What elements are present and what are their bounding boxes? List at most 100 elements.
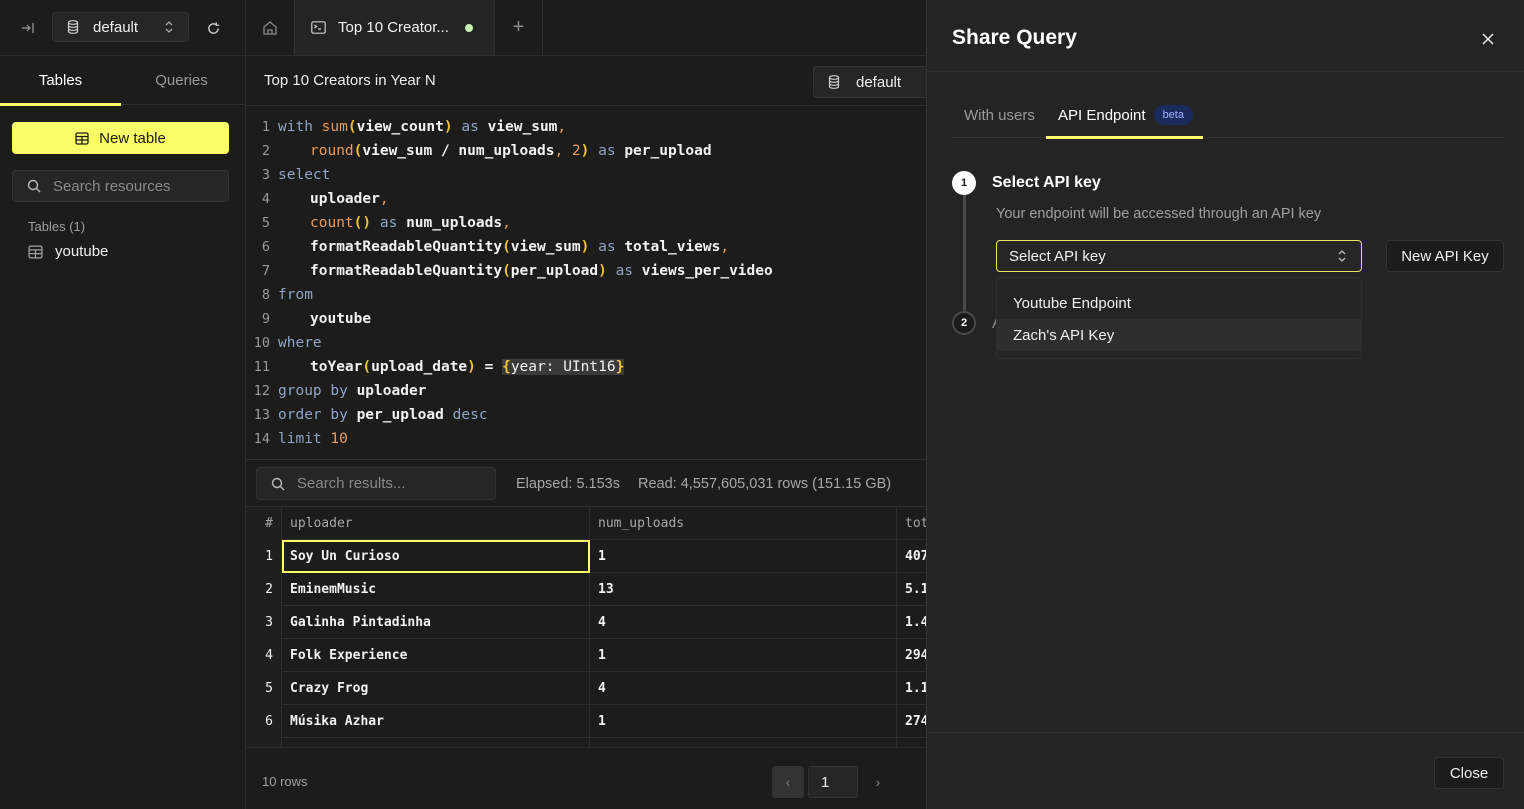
tables-heading: Tables (1): [28, 219, 86, 234]
cell-uploader[interactable]: Soy Un Curioso: [282, 540, 590, 573]
home-tab[interactable]: [246, 0, 295, 55]
home-icon: [263, 20, 277, 35]
search-results-input[interactable]: Search results...: [256, 467, 496, 500]
new-api-key-button[interactable]: New API Key: [1386, 240, 1504, 272]
api-key-dropdown-menu: Youtube Endpoint Zach's API Key: [996, 277, 1362, 359]
cell-num-uploads[interactable]: 13: [590, 573, 897, 606]
code-line: 12 group by uploader: [246, 379, 427, 403]
query-tab[interactable]: Top 10 Creator...: [295, 0, 495, 55]
stepper-connector: [963, 194, 966, 312]
column-header-uploader[interactable]: uploader: [282, 507, 590, 540]
cell-uploader[interactable]: Galinha Pintadinha: [282, 606, 590, 639]
cell-num-uploads[interactable]: 1: [590, 540, 897, 573]
search-resources-input[interactable]: Search resources: [12, 170, 229, 202]
keyword: as: [461, 119, 479, 135]
new-table-label: New table: [99, 129, 166, 147]
keyword: where: [278, 335, 322, 351]
previous-page-button[interactable]: ‹: [772, 766, 804, 798]
add-tab-button[interactable]: +: [495, 0, 543, 55]
cell-total-views[interactable]: 294: [897, 639, 926, 672]
identifier: total_views: [624, 239, 721, 255]
query-header: Top 10 Creators in Year N default: [246, 56, 943, 106]
keyword: desc: [452, 407, 488, 423]
code-line: 5 count() as num_uploads,: [246, 211, 511, 235]
collapse-sidebar-icon[interactable]: [18, 18, 38, 38]
empty-cell: [590, 738, 897, 747]
row-index: 5: [246, 672, 282, 705]
table-item-youtube[interactable]: youtube: [28, 243, 108, 260]
table-row[interactable]: 6 Músika Azhar 1 274: [246, 705, 926, 738]
cell-total-views[interactable]: 274: [897, 705, 926, 738]
code-line: 1 with sum(view_count) as view_sum,: [246, 115, 566, 139]
cell-uploader[interactable]: Folk Experience: [282, 639, 590, 672]
table-row[interactable]: 2 EminemMusic 13 5.1: [246, 573, 926, 606]
cell-total-views[interactable]: 5.1: [897, 573, 926, 606]
code-line: 14 limit 10: [246, 427, 348, 451]
tab-with-users[interactable]: With users: [964, 92, 1035, 138]
close-panel-button[interactable]: [1477, 28, 1499, 50]
table-row[interactable]: 4 Folk Experience 1 294: [246, 639, 926, 672]
line-number: 9: [261, 311, 270, 327]
code-line: 9 youtube: [246, 307, 371, 331]
line-number: 11: [253, 359, 270, 375]
tab-tables[interactable]: Tables: [0, 56, 121, 106]
code-line: 2 round(view_sum / num_uploads, 2) as per…: [246, 139, 712, 163]
share-query-panel: Share Query With users API Endpoint beta…: [926, 0, 1524, 809]
query-title[interactable]: Top 10 Creators in Year N: [264, 72, 436, 89]
tab-with-users-label: With users: [964, 106, 1035, 124]
cell-num-uploads[interactable]: 1: [590, 639, 897, 672]
cell-num-uploads[interactable]: 4: [590, 672, 897, 705]
divider: [927, 71, 1524, 72]
api-key-select[interactable]: Select API key: [996, 240, 1362, 272]
sidebar: default Tables Queries New table Search …: [0, 0, 246, 809]
row-index: 1: [246, 540, 282, 573]
table-row[interactable]: 5 Crazy Frog 4 1.1: [246, 672, 926, 705]
results-toolbar: Search results... Elapsed: 5.153s Read: …: [246, 460, 926, 507]
cell-num-uploads[interactable]: 1: [590, 705, 897, 738]
tab-api-endpoint[interactable]: API Endpoint beta: [1046, 92, 1203, 139]
cell-total-views[interactable]: 1.4: [897, 606, 926, 639]
tab-queries[interactable]: Queries: [121, 56, 242, 105]
table-row[interactable]: 1 Soy Un Curioso 1 407: [246, 540, 926, 573]
code-line: 3 select: [246, 163, 331, 187]
function: round: [310, 143, 354, 159]
api-key-option[interactable]: Youtube Endpoint: [997, 287, 1361, 319]
empty-cell: [897, 738, 926, 747]
plus-icon: +: [512, 16, 525, 38]
next-page-button[interactable]: ›: [864, 766, 892, 798]
cell-uploader[interactable]: Músika Azhar: [282, 705, 590, 738]
cell-total-views[interactable]: 407: [897, 540, 926, 573]
row-index: 3: [246, 606, 282, 639]
new-table-button[interactable]: New table: [12, 122, 229, 154]
cell-uploader[interactable]: EminemMusic: [282, 573, 590, 606]
cell-num-uploads[interactable]: 4: [590, 606, 897, 639]
empty-cell: [282, 738, 590, 747]
search-icon: [27, 179, 41, 193]
column-header-index: #: [246, 507, 282, 540]
identifier: view_sum / num_uploads: [362, 143, 555, 159]
close-button[interactable]: Close: [1434, 757, 1504, 789]
chevron-updown-icon: [1338, 250, 1346, 262]
query-database-select[interactable]: default: [813, 66, 943, 98]
cell-uploader[interactable]: Crazy Frog: [282, 672, 590, 705]
cell-total-views[interactable]: 1.1: [897, 672, 926, 705]
line-number: 7: [261, 263, 270, 279]
column-header-num-uploads[interactable]: num_uploads: [590, 507, 897, 540]
function: toYear: [310, 359, 363, 375]
api-key-option[interactable]: Zach's API Key: [997, 319, 1361, 351]
refresh-icon[interactable]: [203, 18, 223, 38]
identifier: youtube: [310, 311, 372, 327]
table-icon: [75, 131, 89, 145]
api-key-select-placeholder: Select API key: [1009, 247, 1106, 265]
database-select[interactable]: default: [52, 12, 189, 42]
table-row[interactable]: 3 Galinha Pintadinha 4 1.4: [246, 606, 926, 639]
keyword: select: [278, 167, 331, 183]
sql-editor[interactable]: 1 with sum(view_count) as view_sum, 2 roun…: [246, 106, 926, 460]
page-number-input[interactable]: 1: [808, 766, 858, 798]
unsaved-indicator: [465, 24, 473, 32]
identifier: uploader: [310, 191, 380, 207]
column-header-total-views[interactable]: tot: [897, 507, 926, 540]
number: 2: [571, 143, 581, 159]
line-number: 10: [253, 335, 270, 351]
line-number: 4: [261, 191, 270, 207]
